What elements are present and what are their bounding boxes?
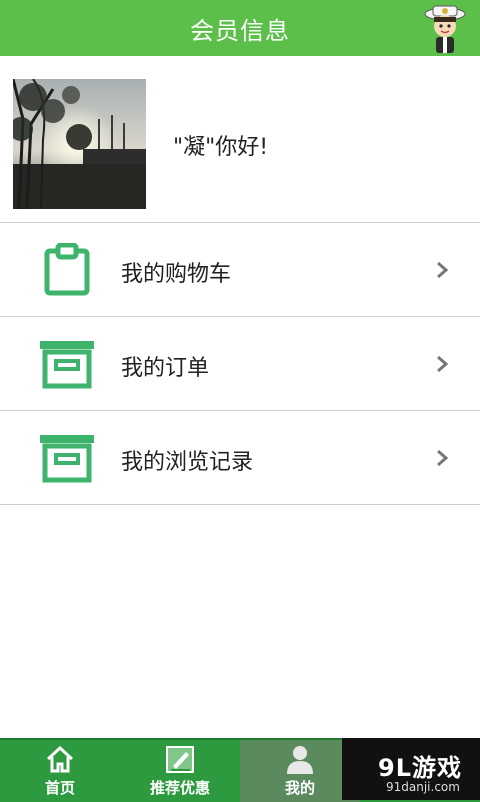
tab-label: 首页 [44, 779, 75, 797]
profile-section: "凝"你好! [0, 56, 480, 223]
mascot-icon [424, 5, 466, 53]
tab-home[interactable]: 首页 [0, 740, 120, 802]
menu-item-label: 我的购物车 [121, 262, 232, 287]
menu-item-orders[interactable]: 我的订单 [0, 317, 480, 411]
user-icon [287, 746, 313, 774]
menu-item-label: 我的订单 [121, 356, 210, 381]
chevron-right-icon [437, 261, 448, 279]
recommend-icon [166, 746, 194, 773]
greeting-text: "凝"你好! [173, 135, 269, 160]
archive-box-icon [40, 341, 94, 389]
chevron-right-icon [437, 449, 448, 467]
watermark-logo: 9L游戏 91danji.com [342, 738, 480, 800]
menu-item-label: 我的浏览记录 [121, 450, 254, 475]
archive-box-icon [40, 435, 94, 483]
tab-recommend[interactable]: 推荐优惠 [120, 740, 240, 802]
page-title: 会员信息 [190, 16, 290, 45]
watermark-brand: 9L游戏 [378, 754, 462, 782]
menu-item-cart[interactable]: 我的购物车 [0, 223, 480, 317]
header-bar: 会员信息 [0, 0, 480, 56]
tab-label: 推荐优惠 [149, 779, 210, 797]
clipboard-icon [44, 243, 90, 296]
watermark-url: 91danji.com [386, 780, 460, 794]
home-icon [46, 745, 74, 773]
chevron-right-icon [437, 355, 448, 373]
avatar[interactable] [13, 79, 146, 209]
menu-item-history[interactable]: 我的浏览记录 [0, 411, 480, 505]
